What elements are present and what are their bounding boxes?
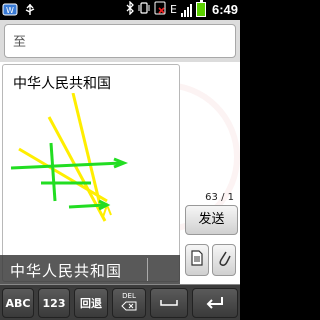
- vibrate-icon: [138, 1, 150, 18]
- delete-key-label: DEL: [122, 292, 136, 300]
- space-icon: [160, 297, 178, 310]
- message-text: 中华人民共和国: [13, 76, 111, 92]
- recipient-input[interactable]: 至: [4, 24, 236, 58]
- space-key[interactable]: [150, 288, 188, 318]
- usb-icon: [24, 2, 36, 21]
- candidate-divider: [147, 258, 148, 281]
- battery-icon: [195, 0, 206, 17]
- send-button[interactable]: 发送: [185, 205, 238, 235]
- attach-button[interactable]: [212, 244, 236, 276]
- paperclip-icon: [217, 249, 231, 271]
- svg-text:W: W: [6, 6, 14, 15]
- message-area: 中华人民共和国 63 / 1 发送: [0, 62, 240, 284]
- number-key[interactable]: 123: [38, 288, 70, 318]
- abc-key[interactable]: ABC: [2, 288, 34, 318]
- candidate-text[interactable]: 中华人民共和国: [10, 260, 122, 281]
- no-sim-icon: [154, 1, 166, 18]
- document-icon: [190, 250, 204, 270]
- keyboard-toolbar: ABC 123 回退 DEL: [0, 284, 240, 320]
- network-type-label: E: [170, 3, 177, 16]
- message-input[interactable]: 中华人民共和国: [2, 64, 180, 282]
- enter-icon: [205, 295, 225, 312]
- character-counter: 63 / 1: [205, 192, 234, 203]
- backspace-icon: [121, 301, 137, 314]
- enter-key[interactable]: [192, 288, 238, 318]
- attach-file-button[interactable]: [185, 244, 209, 276]
- status-bar: W E 6:49: [0, 0, 240, 20]
- stroke-green-1: [10, 161, 123, 170]
- candidate-bar: 中华人民共和国: [0, 255, 180, 284]
- stroke-green-4: [68, 203, 106, 209]
- delete-key[interactable]: DEL: [112, 288, 146, 318]
- bluetooth-icon: [126, 0, 134, 18]
- recipient-bar: 至: [0, 20, 240, 62]
- signal-strength-icon: [180, 3, 192, 17]
- handwriting-strokes: [10, 93, 129, 222]
- clock: 6:49: [211, 2, 238, 17]
- messaging-notification-icon: W: [2, 2, 18, 21]
- stroke-yellow-3: [71, 93, 103, 210]
- back-key[interactable]: 回退: [74, 288, 108, 318]
- stroke-green-2: [49, 142, 57, 202]
